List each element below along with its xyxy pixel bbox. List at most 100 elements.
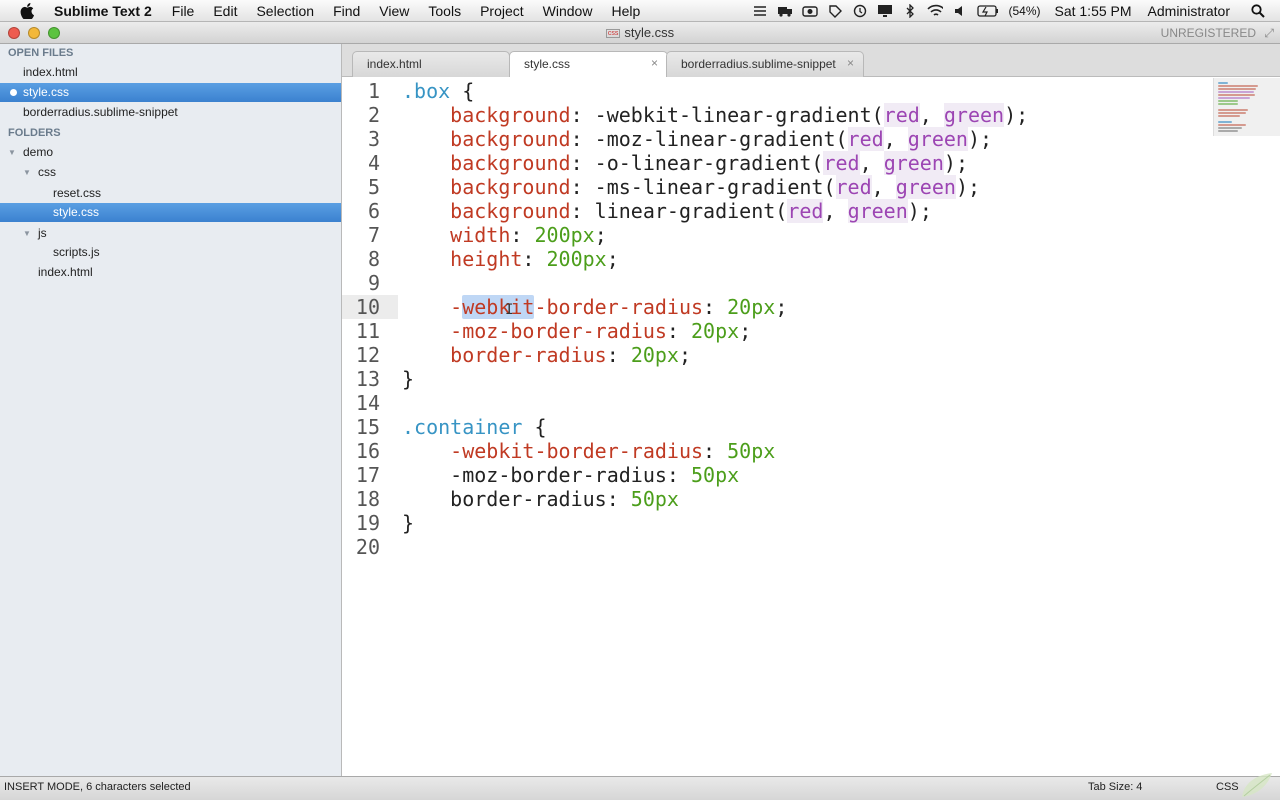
code-token: );: [943, 151, 968, 175]
tab-label: style.css: [524, 57, 571, 71]
code-line[interactable]: .container {: [402, 415, 547, 439]
tab-size-selector[interactable]: Tab Size: 4: [1088, 781, 1142, 793]
apple-menu-icon[interactable]: [0, 2, 54, 19]
menu-window[interactable]: Window: [543, 3, 593, 19]
code-line[interactable]: height: 200px;: [402, 247, 619, 271]
battery-icon[interactable]: [977, 4, 999, 18]
volume-icon[interactable]: [952, 4, 968, 18]
code-line[interactable]: width: 200px;: [402, 223, 607, 247]
close-tab-icon[interactable]: ×: [847, 56, 854, 70]
file-index-html[interactable]: index.html: [0, 263, 341, 282]
code-token: {: [450, 79, 475, 103]
code-token: 20px: [691, 319, 740, 343]
menu-help[interactable]: Help: [611, 3, 640, 19]
fullscreen-icon[interactable]: ⤢: [1264, 26, 1274, 41]
leaf-logo-icon: [1238, 773, 1274, 800]
open-file-style-css[interactable]: style.css: [0, 83, 341, 102]
code-line[interactable]: -moz-border-radius: 20px;: [402, 319, 751, 343]
code-token: background: [450, 127, 571, 151]
code-line[interactable]: border-radius: 20px;: [402, 343, 691, 367]
code-token: -moz-border-radius:: [450, 463, 691, 487]
menu-find[interactable]: Find: [333, 3, 360, 19]
code-token: -border-radius: [534, 295, 704, 319]
tree-item-label: js: [38, 226, 47, 240]
window-title-bar: css style.css UNREGISTERED ⤢: [0, 22, 1280, 44]
code-token: background: [450, 103, 571, 127]
camera-icon[interactable]: [802, 4, 819, 18]
list-menu-icon[interactable]: [752, 4, 768, 18]
disclosure-triangle-icon[interactable]: ▼: [23, 163, 31, 182]
code-line[interactable]: background: -o-linear-gradient(red, gree…: [402, 151, 968, 175]
status-mode-text: INSERT MODE, 6 characters selected: [4, 781, 191, 793]
file-reset-css[interactable]: reset.css: [0, 184, 341, 203]
display-icon[interactable]: [877, 4, 893, 18]
clock[interactable]: Sat 1:55 PM: [1054, 3, 1131, 19]
code-token: }: [402, 511, 415, 535]
tree-item-label: style.css: [53, 205, 100, 219]
menu-selection[interactable]: Selection: [256, 3, 314, 19]
code-token: :: [703, 439, 728, 463]
bluetooth-icon[interactable]: [902, 4, 918, 18]
line-number: 18: [355, 487, 380, 511]
menu-bar: Sublime Text 2 File Edit Selection Find …: [0, 0, 1280, 22]
menu-view[interactable]: View: [379, 3, 409, 19]
folder-demo[interactable]: ▼ demo: [0, 143, 341, 162]
disclosure-triangle-icon[interactable]: ▼: [8, 143, 16, 162]
close-tab-icon[interactable]: ×: [651, 56, 658, 70]
open-file-index-html[interactable]: index.html: [0, 63, 341, 82]
wifi-icon[interactable]: [927, 4, 944, 18]
line-number: 4: [367, 151, 380, 175]
code-line[interactable]: }: [402, 511, 414, 535]
open-file-borderradius-snippet[interactable]: borderradius.sublime-snippet: [0, 103, 341, 122]
tab-borderradius-snippet[interactable]: borderradius.sublime-snippet ×: [666, 51, 864, 77]
menu-tools[interactable]: Tools: [428, 3, 461, 19]
code-token: ,: [859, 151, 884, 175]
menu-edit[interactable]: Edit: [213, 3, 237, 19]
code-token: -: [450, 295, 463, 319]
code-line[interactable]: -webkit-border-radius: 50px: [402, 439, 775, 463]
code-line[interactable]: -moz-border-radius: 50px: [402, 463, 739, 487]
tag-icon[interactable]: [827, 4, 843, 18]
tab-label: index.html: [367, 57, 422, 71]
code-token: );: [967, 127, 993, 151]
truck-icon[interactable]: [777, 4, 793, 18]
folder-css[interactable]: ▼ css: [0, 163, 341, 182]
code-line[interactable]: background: -moz-linear-gradient(red, gr…: [402, 127, 992, 151]
folder-js[interactable]: ▼ js: [0, 224, 341, 243]
user-menu[interactable]: Administrator: [1148, 3, 1230, 19]
code-token: green: [943, 103, 1005, 127]
menu-file[interactable]: File: [172, 3, 195, 19]
tab-style-css[interactable]: style.css ×: [509, 51, 668, 78]
code-line[interactable]: background: -webkit-linear-gradient(red,…: [402, 103, 1028, 127]
code-line[interactable]: -webkit-border-radius: 20px;: [402, 295, 787, 319]
code-editor[interactable]: 1 2 3 4 5 6 7 8 9 10 11 12 13 14 15 16 17 18 19 20 .box { b…: [342, 77, 1280, 776]
text-cursor-icon: I: [505, 302, 514, 318]
spotlight-search-icon[interactable]: [1250, 4, 1266, 18]
open-file-label: borderradius.sublime-snippet: [23, 105, 178, 119]
file-style-css[interactable]: style.css: [0, 203, 341, 222]
code-line[interactable]: .box {: [402, 79, 474, 103]
time-machine-icon[interactable]: [852, 4, 868, 18]
minimap[interactable]: [1213, 78, 1280, 136]
code-token: 200px: [546, 247, 607, 271]
app-name-menu[interactable]: Sublime Text 2: [54, 3, 152, 19]
syntax-selector[interactable]: CSS: [1216, 781, 1239, 793]
code-line[interactable]: }: [402, 367, 414, 391]
code-line[interactable]: background: -ms-linear-gradient(red, gre…: [402, 175, 980, 199]
code-token: .box: [402, 79, 451, 103]
tab-index-html[interactable]: index.html: [352, 51, 510, 77]
disclosure-triangle-icon[interactable]: ▼: [23, 224, 31, 243]
code-line[interactable]: border-radius: 50px: [402, 487, 679, 511]
line-number: 19: [355, 511, 380, 535]
line-number: 7: [367, 223, 380, 247]
code-line[interactable]: background: linear-gradient(red, green);: [402, 199, 932, 223]
menu-project[interactable]: Project: [480, 3, 524, 19]
file-scripts-js[interactable]: scripts.js: [0, 243, 341, 262]
